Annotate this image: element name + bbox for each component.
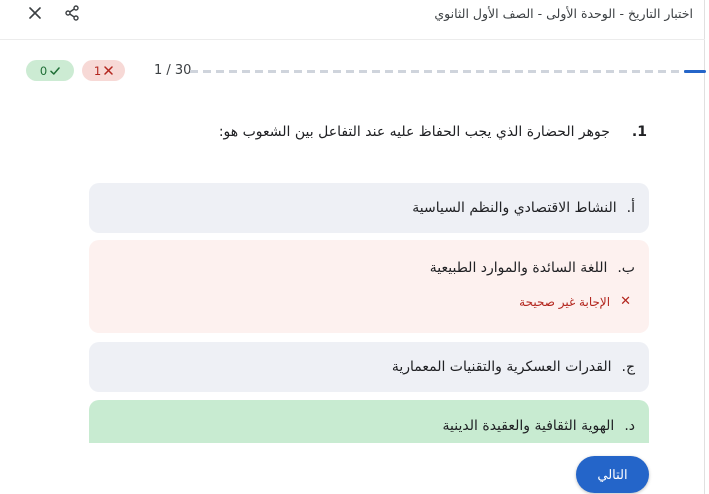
option-a[interactable]: أ. النشاط الاقتصادي والنظم السياسية bbox=[89, 183, 649, 233]
incorrect-feedback: ✕ الإجابة غير صحيحة bbox=[519, 294, 631, 309]
quiz-title: اختبار التاريخ - الوحدة الأولى - الصف ال… bbox=[434, 6, 693, 21]
option-b[interactable]: ب. اللغة السائدة والموارد الطبيعية ✕ الإ… bbox=[89, 240, 649, 333]
question-counter: 1 / 30 bbox=[154, 63, 192, 78]
progress-fill bbox=[684, 70, 706, 73]
quiz-frame: اختبار التاريخ - الوحدة الأولى - الصف ال… bbox=[0, 0, 706, 494]
correct-count-badge: 0 bbox=[26, 60, 74, 81]
close-button[interactable] bbox=[25, 3, 45, 23]
share-button[interactable] bbox=[62, 3, 82, 23]
option-d[interactable]: د. الهوية الثقافية والعقيدة الدينية bbox=[89, 400, 649, 443]
wrong-count-badge: 1 bbox=[82, 60, 125, 81]
wrong-count: 1 bbox=[93, 63, 102, 78]
option-c[interactable]: ج. القدرات العسكرية والتقنيات المعمارية bbox=[89, 342, 649, 392]
option-label: القدرات العسكرية والتقنيات المعمارية bbox=[391, 359, 612, 375]
cross-icon bbox=[104, 66, 113, 75]
question-text: جوهر الحضارة الذي يجب الحفاظ عليه عند ال… bbox=[218, 124, 610, 140]
option-letter: ج. bbox=[621, 359, 636, 375]
options-list: أ. النشاط الاقتصادي والنظم السياسية ب. ا… bbox=[0, 140, 705, 443]
option-label: الهوية الثقافية والعقيدة الدينية bbox=[442, 418, 615, 434]
close-icon bbox=[29, 7, 41, 19]
feedback-text: الإجابة غير صحيحة bbox=[519, 294, 611, 309]
share-icon bbox=[65, 5, 79, 21]
option-letter: د. bbox=[624, 418, 635, 434]
option-letter: أ. bbox=[626, 200, 635, 216]
option-letter: ب. bbox=[617, 260, 635, 276]
option-label: النشاط الاقتصادي والنظم السياسية bbox=[412, 200, 617, 216]
header-bar: اختبار التاريخ - الوحدة الأولى - الصف ال… bbox=[0, 0, 705, 40]
progress-track bbox=[190, 70, 706, 73]
progress-row: 0 1 1 / 30 bbox=[0, 55, 706, 85]
question: 1. جوهر الحضارة الذي يجب الحفاظ عليه عند… bbox=[219, 124, 647, 140]
option-label: اللغة السائدة والموارد الطبيعية bbox=[429, 260, 608, 276]
next-button[interactable]: التالي bbox=[576, 456, 649, 493]
correct-count: 0 bbox=[39, 63, 48, 78]
cross-icon: ✕ bbox=[620, 294, 631, 309]
question-number: 1. bbox=[631, 124, 647, 140]
check-icon bbox=[50, 66, 60, 75]
